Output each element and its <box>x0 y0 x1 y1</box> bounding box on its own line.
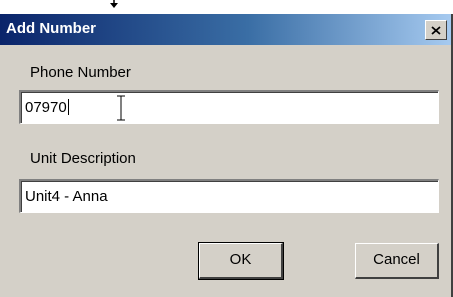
mouse-pointer-icon <box>110 0 118 8</box>
close-x-icon <box>431 25 441 35</box>
unit-description-value: Unit4 - Anna <box>25 188 108 205</box>
add-number-dialog: Add Number Phone Number 07970 Unit Descr… <box>0 14 453 297</box>
phone-number-label: Phone Number <box>30 64 131 81</box>
phone-number-value: 07970 <box>25 99 67 116</box>
dialog-title: Add Number <box>6 20 96 37</box>
unit-description-input[interactable]: Unit4 - Anna <box>19 179 439 213</box>
phone-number-input[interactable]: 07970 <box>19 90 439 124</box>
title-bar[interactable]: Add Number <box>0 14 451 45</box>
text-caret <box>67 99 69 115</box>
ibeam-cursor-icon <box>117 95 125 121</box>
unit-description-label: Unit Description <box>30 150 136 167</box>
ok-button[interactable]: OK <box>198 242 284 280</box>
cancel-button[interactable]: Cancel <box>355 243 439 279</box>
close-button[interactable] <box>425 20 447 40</box>
